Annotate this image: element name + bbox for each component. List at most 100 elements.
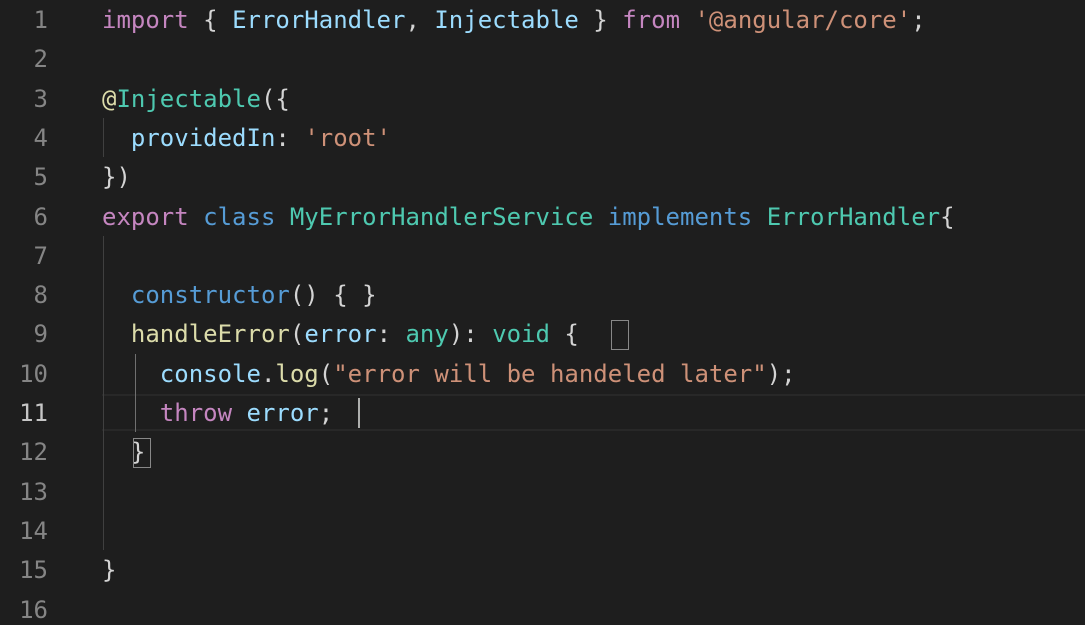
- code-token: ErrorHandler: [766, 202, 941, 231]
- code-token: any: [405, 320, 449, 349]
- code-token: Injectable: [434, 6, 579, 34]
- line-number: 3: [33, 84, 48, 113]
- code-token: ;: [318, 399, 334, 427]
- line-code: constructor() { }: [102, 279, 377, 311]
- code-token: error: [304, 320, 377, 349]
- code-token: ErrorHandler: [232, 6, 406, 34]
- line-code: }): [102, 161, 131, 193]
- code-token: export: [102, 202, 189, 231]
- line-code: }: [102, 554, 116, 586]
- code-token: }: [578, 6, 623, 34]
- line-number: 8: [33, 281, 48, 310]
- code-token: ):: [448, 320, 493, 349]
- code-token: Injectable: [116, 84, 261, 113]
- line-number: 14: [19, 516, 48, 545]
- code-line[interactable]: 12 }: [0, 432, 1085, 471]
- code-token: {: [188, 6, 233, 34]
- indent-guide: [103, 235, 104, 551]
- code-token: {: [940, 202, 955, 231]
- code-token: from: [622, 6, 681, 34]
- code-token: }: [102, 556, 117, 585]
- line-number: 7: [33, 241, 48, 270]
- code-token: MyErrorHandlerService: [289, 202, 594, 231]
- code-editor[interactable]: 1 import { ErrorHandler, Injectable } fro…: [0, 0, 1085, 625]
- line-code: console.log("error will be handeled late…: [102, 358, 796, 390]
- line-number: 2: [33, 45, 48, 74]
- code-line[interactable]: 8 constructor() { }: [0, 275, 1085, 314]
- code-token: :: [275, 123, 305, 152]
- code-token: ({: [260, 84, 290, 113]
- code-line[interactable]: 11 throw error;: [0, 393, 1085, 432]
- code-line[interactable]: 14: [0, 511, 1085, 550]
- code-token: console: [159, 359, 261, 388]
- code-line[interactable]: 1 import { ErrorHandler, Injectable } fro…: [0, 0, 1085, 39]
- code-token: 'root': [304, 123, 392, 152]
- code-token: );: [766, 359, 796, 388]
- code-line[interactable]: 10 console.log("error will be handeled l…: [0, 354, 1085, 393]
- code-token: "error will be handeled later": [333, 359, 767, 388]
- code-token: throw: [159, 399, 233, 427]
- line-code: import { ErrorHandler, Injectable } from…: [102, 4, 926, 36]
- text-cursor: [358, 398, 361, 428]
- code-line[interactable]: 2: [0, 39, 1085, 78]
- line-code: handleError(error: any): void {: [102, 318, 579, 350]
- code-token: }): [102, 163, 131, 192]
- code-token: ,: [405, 6, 435, 34]
- line-number: 1: [33, 6, 48, 34]
- code-token: '@angular/core': [694, 6, 912, 34]
- code-line[interactable]: 6 export class MyErrorHandlerService impl…: [0, 197, 1085, 236]
- line-number: 16: [19, 595, 48, 624]
- line-code: providedIn: 'root': [102, 122, 391, 154]
- bracket-match-highlight: [611, 320, 630, 351]
- indent-guide-active: [134, 353, 136, 433]
- code-line[interactable]: 4 providedIn: 'root': [0, 118, 1085, 157]
- line-number: 4: [33, 123, 48, 152]
- line-code: export class MyErrorHandlerService imple…: [102, 201, 955, 233]
- line-number: 9: [33, 320, 48, 349]
- code-token: {: [549, 320, 579, 349]
- line-number: 15: [19, 556, 48, 585]
- code-token: class: [203, 202, 276, 231]
- code-token: @: [102, 84, 117, 113]
- code-line[interactable]: 9 handleError(error: any): void {: [0, 314, 1085, 353]
- code-line[interactable]: 5}): [0, 157, 1085, 196]
- code-token: void: [492, 320, 550, 349]
- code-token: constructor: [130, 281, 290, 310]
- code-line[interactable]: 16: [0, 590, 1085, 625]
- code-token: (: [318, 359, 334, 388]
- code-token: error: [246, 399, 319, 427]
- line-code: @Injectable({: [102, 83, 290, 115]
- indent-guide: [103, 117, 104, 158]
- bracket-match-highlight: [132, 438, 151, 469]
- line-number: 11: [19, 399, 48, 427]
- code-line[interactable]: 3 @Injectable({: [0, 79, 1085, 118]
- code-token: ;: [911, 6, 926, 34]
- code-token: :: [376, 320, 406, 349]
- line-number: 12: [19, 438, 48, 467]
- line-code: throw error;: [102, 397, 333, 429]
- line-number: 13: [19, 477, 48, 506]
- code-token: implements: [607, 202, 753, 231]
- code-line[interactable]: 7: [0, 236, 1085, 275]
- code-token: providedIn: [130, 123, 276, 152]
- code-line[interactable]: 15}: [0, 550, 1085, 589]
- code-token: handleError: [130, 320, 290, 349]
- code-token: () { }: [289, 281, 377, 310]
- code-line[interactable]: 13: [0, 472, 1085, 511]
- code-token: import: [102, 6, 189, 34]
- code-token: (: [289, 320, 305, 349]
- line-number: 10: [19, 359, 48, 388]
- code-token: log: [275, 359, 319, 388]
- line-number: 6: [33, 202, 48, 231]
- code-token: .: [260, 359, 276, 388]
